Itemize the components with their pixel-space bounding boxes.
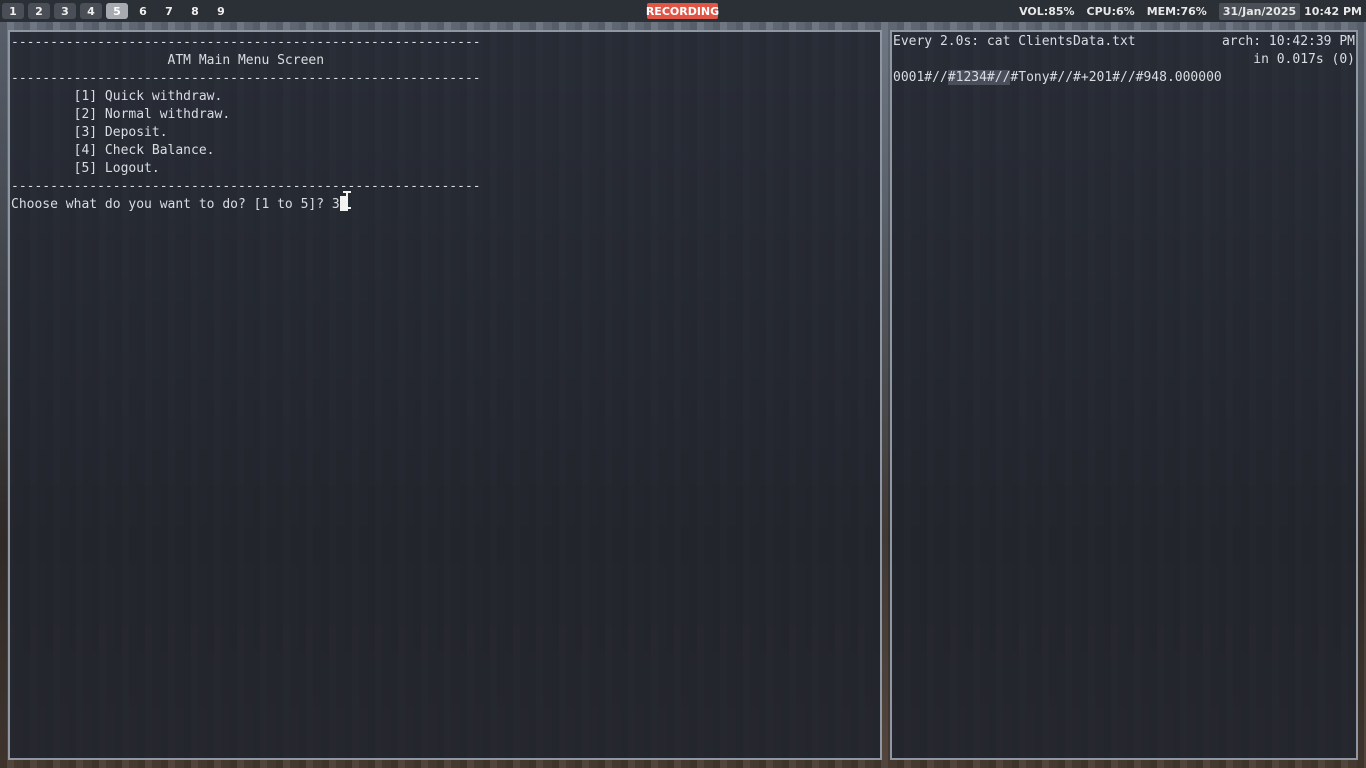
status-bar: 1 2 3 4 5 6 7 8 9 RECORDING VOL:85% CPU:… bbox=[0, 0, 1366, 22]
client-record-line: 0001#//#1234#//#Tony#//#+201#//#948.0000… bbox=[893, 69, 1222, 87]
workspace-8-button[interactable]: 8 bbox=[184, 3, 206, 19]
workspace-1-button[interactable]: 1 bbox=[2, 3, 24, 19]
menu-option-logout: [5] Logout. bbox=[11, 161, 160, 176]
workspace-9-button[interactable]: 9 bbox=[210, 3, 232, 19]
record-highlight: #1234#// bbox=[947, 70, 1011, 85]
menu-option-normal-withdraw: [2] Normal withdraw. bbox=[11, 107, 231, 122]
volume-stat[interactable]: VOL:85% bbox=[1019, 5, 1074, 18]
workspace-switcher: 1 2 3 4 5 6 7 8 9 bbox=[2, 3, 236, 19]
separator-line: ----------------------------------------… bbox=[11, 35, 481, 50]
workspace-3-button[interactable]: 3 bbox=[54, 3, 76, 19]
date-display: 31/Jan/2025 bbox=[1218, 2, 1301, 20]
command-prompt-line[interactable]: Choose what do you want to do? [1 to 5]?… bbox=[11, 196, 348, 214]
watch-duration: in 0.017s (0) bbox=[1253, 52, 1355, 67]
record-suffix: #Tony#//#+201#//#948.000000 bbox=[1010, 70, 1222, 85]
watch-command-header: Every 2.0s: cat ClientsData.txt bbox=[893, 34, 1136, 49]
workspace-5-button[interactable]: 5 bbox=[106, 3, 128, 19]
memory-stat: MEM:76% bbox=[1146, 4, 1207, 18]
atm-terminal-window[interactable]: ----------------------------------------… bbox=[8, 30, 882, 760]
menu-option-deposit: [3] Deposit. bbox=[11, 125, 168, 140]
workspace-7-button[interactable]: 7 bbox=[158, 3, 180, 19]
separator-line: ----------------------------------------… bbox=[11, 179, 481, 194]
prompt-text: Choose what do you want to do? [1 to 5]? bbox=[11, 197, 332, 212]
separator-line: ----------------------------------------… bbox=[11, 71, 481, 86]
watch-terminal-window[interactable]: Every 2.0s: cat ClientsData.txt arch: 10… bbox=[890, 30, 1358, 760]
ibeam-cursor-icon bbox=[343, 191, 351, 209]
workspace-6-button[interactable]: 6 bbox=[132, 3, 154, 19]
prompt-input-value[interactable]: 3 bbox=[332, 197, 340, 212]
menu-title: ATM Main Menu Screen bbox=[11, 53, 325, 68]
menu-option-check-balance: [4] Check Balance. bbox=[11, 143, 215, 158]
watch-host-time: arch: 10:42:39 PM bbox=[1221, 34, 1355, 49]
recording-indicator: RECORDING bbox=[645, 3, 720, 19]
system-stats: VOL:85% CPU:6% MEM:76% 31/Jan/2025 10:42… bbox=[1019, 0, 1366, 22]
workspace-2-button[interactable]: 2 bbox=[28, 3, 50, 19]
workspace-4-button[interactable]: 4 bbox=[80, 3, 102, 19]
cpu-stat: CPU:6% bbox=[1086, 4, 1135, 18]
clock-display: 10:42 PM bbox=[1304, 4, 1362, 18]
menu-option-quick-withdraw: [1] Quick withdraw. bbox=[11, 89, 223, 104]
record-prefix: 0001#// bbox=[893, 70, 948, 85]
